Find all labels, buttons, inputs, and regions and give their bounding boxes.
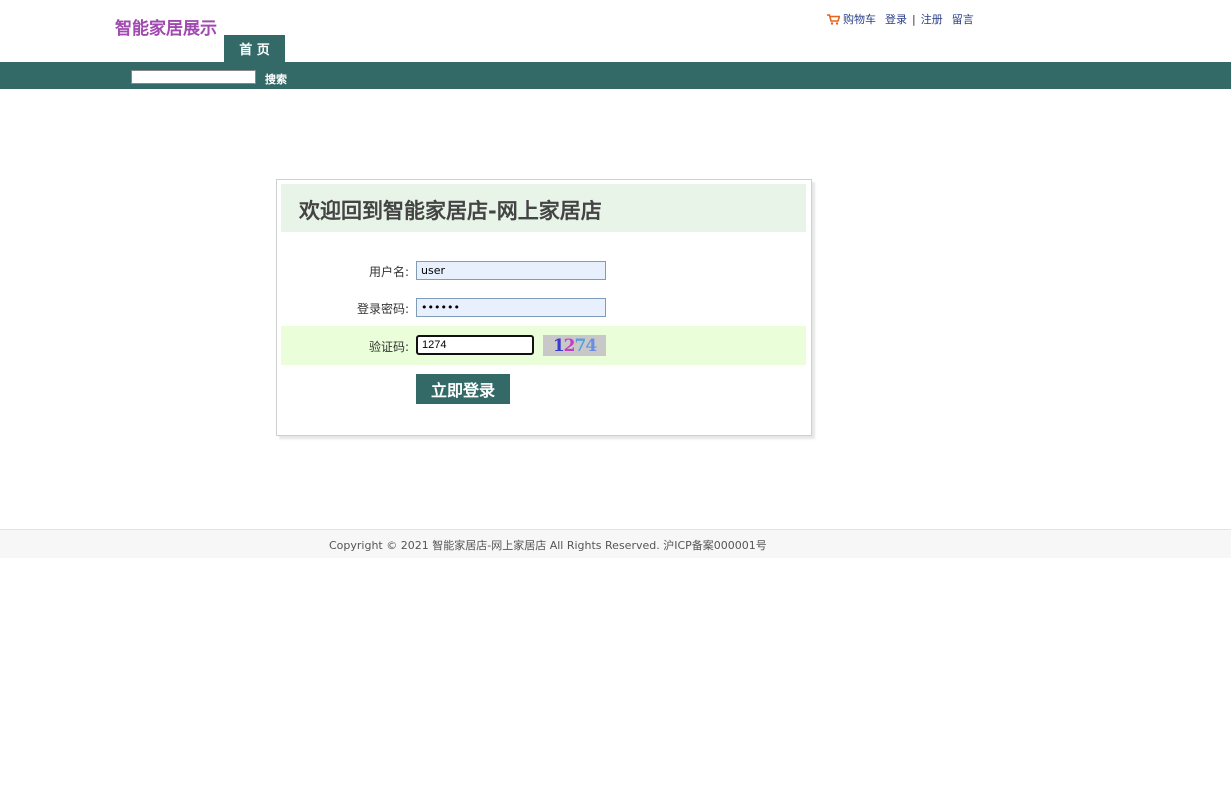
captcha-glyph: 1 [552,335,565,356]
search-button[interactable]: 搜索 [265,71,287,87]
password-field[interactable] [416,298,606,317]
cart-link[interactable]: 购物车 [843,11,876,27]
cart-icon[interactable] [827,13,840,25]
search-input[interactable] [131,70,256,84]
top-links: 购物车 登录 | 注册 留言 [827,11,974,27]
captcha-image-text: 1274 [552,335,597,356]
login-title: 欢迎回到智能家居店-网上家居店 [299,199,602,223]
username-field[interactable] [416,261,606,280]
captcha-glyph: 4 [585,335,597,356]
username-label: 用户名: [368,265,409,279]
login-link[interactable]: 登录 [885,11,907,27]
register-link[interactable]: 注册 [921,11,943,27]
captcha-image[interactable]: 1274 [543,335,606,356]
captcha-glyph: 2 [563,335,576,356]
password-label: 登录密码: [356,302,409,316]
link-separator: | [912,12,916,26]
captcha-glyph: 7 [574,335,587,356]
login-submit-button[interactable]: 立即登录 [416,374,510,404]
copyright-text: Copyright © 2021 智能家居店-网上家居店 All Rights … [329,539,767,552]
message-link[interactable]: 留言 [952,11,974,27]
captcha-label: 验证码: [368,340,409,354]
nav-tab-home[interactable]: 首 页 [224,35,285,62]
site-logo[interactable]: 智能家居展示 [115,14,217,39]
captcha-input[interactable] [416,335,534,355]
